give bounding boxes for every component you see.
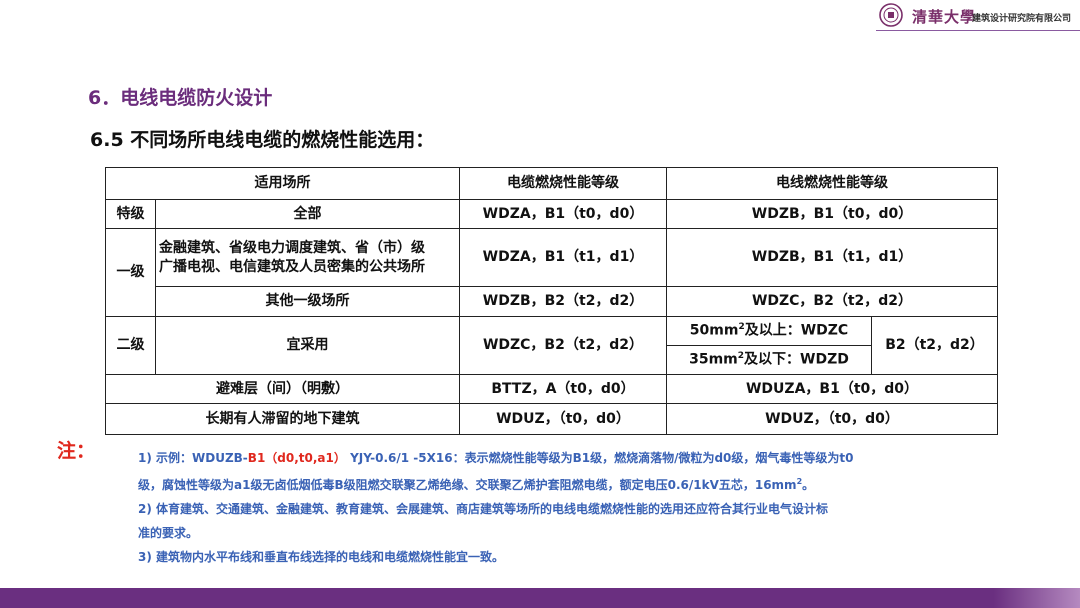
- note-2-line-2: 准的要求。: [138, 526, 199, 540]
- wire-cell: WDZB，B1（t1，d1）: [666, 228, 998, 287]
- place-cell: 避难层（间）（明敷）: [105, 374, 460, 404]
- note-highlight: B1（d0,t0,a1）: [247, 451, 346, 465]
- cable-cell: WDZB，B2（t2，d2）: [459, 286, 667, 317]
- note-1-line-1: 1) 示例：WDUZB-B1（d0,t0,a1） YJY-0.6/1 -5X16…: [138, 446, 938, 470]
- note-text: 1) 示例：WDUZB-: [138, 451, 248, 465]
- cable-cell: WDUZ，（t0，d0）: [459, 403, 667, 435]
- grade-cell: 一级: [105, 228, 156, 317]
- table-row: 长期有人滞留的地下建筑 WDUZ，（t0，d0） WDUZ，（t0，d0）: [105, 403, 998, 435]
- flammability-table: 适用场所 电缆燃烧性能等级 电线燃烧性能等级 特级 全部 WDZA，B1（t0，…: [105, 167, 998, 435]
- place-cell: 金融建筑、省级电力调度建筑、省（市）级 广播电视、电信建筑及人员密集的公共场所: [155, 228, 460, 287]
- grade-cell: 二级: [105, 316, 156, 375]
- notes-label: 注：: [57, 440, 96, 462]
- note-3: 3) 建筑物内水平布线和垂直布线选择的电线和电缆燃烧性能宜一致。: [138, 550, 505, 564]
- subsection-title: 6.5 不同场所电线电缆的燃烧性能选用：: [90, 129, 435, 151]
- place-cell: 长期有人滞留的地下建筑: [105, 403, 460, 435]
- cable-cell: WDZC，B2（t2，d2）: [459, 316, 667, 375]
- place-cell: 其他一级场所: [155, 286, 460, 317]
- header-wire: 电线燃烧性能等级: [666, 167, 998, 200]
- wire-grade-cell: B2（t2，d2）: [871, 316, 998, 375]
- wire-size-cell: 50mm2及以上：WDZC: [666, 316, 872, 346]
- table-row: 二级 宜采用 WDZC，B2（t2，d2） 50mm2及以上：WDZC B2（t…: [105, 316, 998, 375]
- section-title: 6．电线电缆防火设计: [88, 87, 273, 109]
- header-divider: [876, 30, 1080, 31]
- wire-size-prefix: 35mm: [689, 351, 738, 368]
- note-1-line-2: 级，腐蚀性等级为a1级无卤低烟低毒B级阻燃交联聚乙烯绝缘、交联聚乙烯护套阻燃电缆…: [138, 470, 938, 497]
- place-line: 金融建筑、省级电力调度建筑、省（市）级: [159, 239, 425, 256]
- note-2-line-1: 2) 体育建筑、交通建筑、金融建筑、教育建筑、会展建筑、商店建筑等场所的电线电缆…: [138, 502, 829, 516]
- note-text: 级，腐蚀性等级为a1级无卤低烟低毒B级阻燃交联聚乙烯绝缘、交联聚乙烯护套阻燃电缆…: [138, 478, 797, 492]
- header-place: 适用场所: [105, 167, 460, 200]
- grade-cell: 特级: [105, 199, 156, 229]
- wire-size-suffix: 及以下：WDZD: [744, 351, 849, 368]
- note-text: 。: [802, 478, 815, 492]
- notes-block: 1) 示例：WDUZB-B1（d0,t0,a1） YJY-0.6/1 -5X16…: [138, 446, 938, 569]
- table-row: 其他一级场所 WDZB，B2（t2，d2） WDZC，B2（t2，d2）: [106, 286, 998, 317]
- wire-cell: WDUZA，B1（t0，d0）: [666, 374, 998, 404]
- university-seal-icon: [879, 3, 903, 27]
- table-header-row: 适用场所 电缆燃烧性能等级 电线燃烧性能等级: [105, 167, 998, 200]
- cable-cell: BTTZ，A（t0，d0）: [459, 374, 667, 404]
- place-line: 广播电视、电信建筑及人员密集的公共场所: [159, 258, 425, 275]
- org-name: 建筑设计研究院有限公司: [972, 14, 1072, 24]
- brand-logo-text: 清華大學: [912, 8, 977, 26]
- header-cable: 电缆燃烧性能等级: [459, 167, 667, 200]
- place-cell: 全部: [155, 199, 460, 229]
- place-cell: 宜采用: [155, 316, 460, 375]
- wire-size-prefix: 50mm: [689, 322, 739, 339]
- table-row: 特级 全部 WDZA，B1（t0，d0） WDZB，B1（t0，d0）: [105, 199, 998, 229]
- table-row: 一级 金融建筑、省级电力调度建筑、省（市）级 广播电视、电信建筑及人员密集的公共…: [105, 228, 998, 317]
- table-row: 避难层（间）（明敷） BTTZ，A（t0，d0） WDUZA，B1（t0，d0）: [105, 374, 998, 404]
- cable-cell: WDZA，B1（t0，d0）: [459, 199, 667, 229]
- wire-size-suffix: 及以上：WDZC: [744, 322, 849, 339]
- note-text: YJY-0.6/1 -5X16：表示燃烧性能等级为B1级，燃烧滴落物/微粒为d0…: [345, 451, 854, 465]
- wire-cell: WDUZ，（t0，d0）: [666, 403, 998, 435]
- wire-cell: WDZC，B2（t2，d2）: [666, 286, 998, 317]
- wire-size-cell: 35mm2及以下：WDZD: [666, 345, 872, 375]
- wire-cell: WDZB，B1（t0，d0）: [666, 199, 998, 229]
- cable-cell: WDZA，B1（t1，d1）: [459, 228, 667, 287]
- footer-bar: [0, 588, 1080, 608]
